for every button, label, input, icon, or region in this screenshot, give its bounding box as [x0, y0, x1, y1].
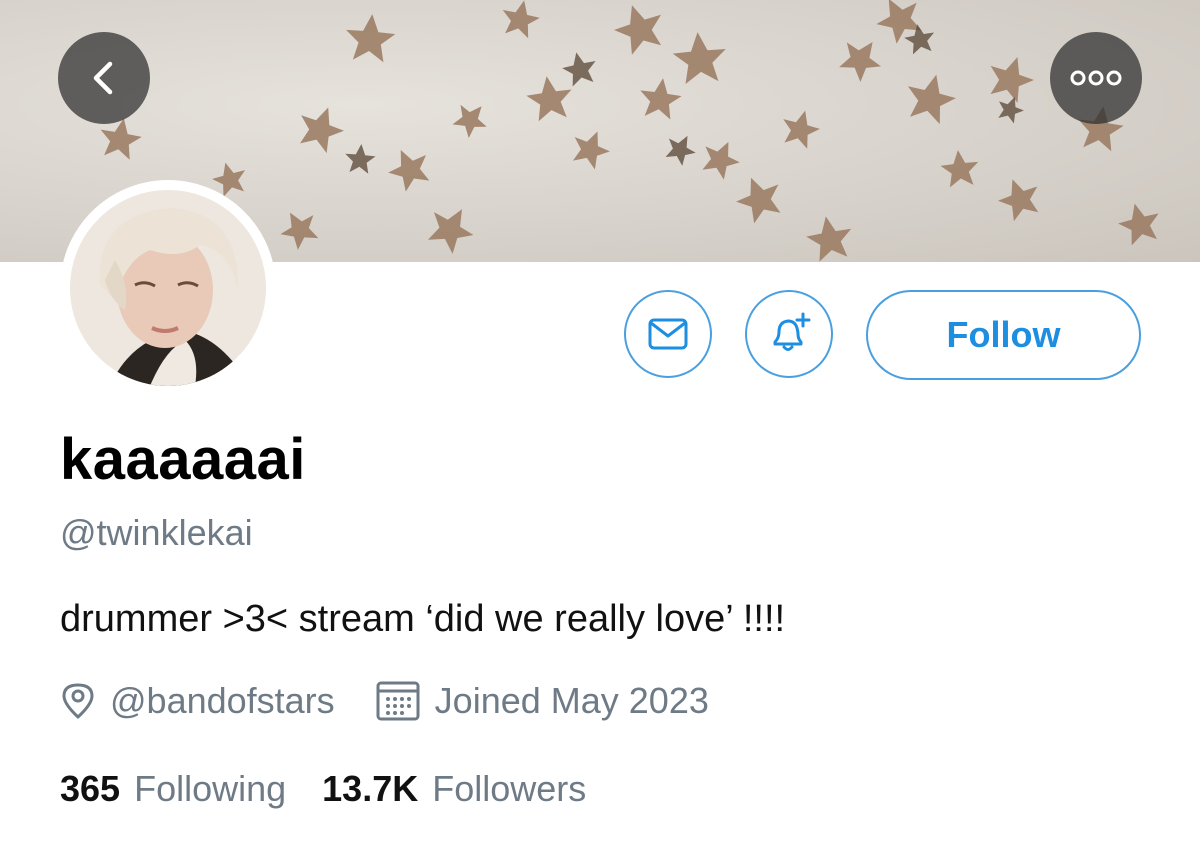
location-pin-icon	[60, 682, 96, 720]
following-count: 365	[60, 768, 121, 809]
followers-link[interactable]: 13.7K Followers	[322, 768, 586, 810]
back-button[interactable]	[58, 32, 150, 124]
more-options-button[interactable]	[1050, 32, 1142, 124]
user-handle: @twinklekai	[60, 512, 253, 553]
calendar-icon	[375, 680, 421, 722]
following-link[interactable]: 365 Following	[60, 768, 286, 810]
follow-button[interactable]: Follow	[866, 290, 1141, 380]
chevron-left-icon	[93, 61, 113, 95]
follow-stats: 365 Following 13.7K Followers	[60, 768, 586, 810]
message-button[interactable]	[624, 290, 712, 378]
avatar-image	[70, 190, 266, 386]
profile-avatar[interactable]	[60, 180, 276, 396]
envelope-icon	[648, 318, 688, 350]
profile-meta: @bandofstars Joined May 2023	[60, 680, 709, 722]
location-link[interactable]: @bandofstars	[110, 680, 335, 722]
followers-label: Followers	[432, 768, 587, 809]
profile-bio: drummer >3< stream ‘did we really love’ …	[60, 598, 786, 640]
display-name: kaaaaaai	[60, 427, 306, 492]
notifications-button[interactable]	[745, 290, 833, 378]
joined-date: Joined May 2023	[434, 680, 709, 721]
bell-plus-icon	[773, 312, 811, 351]
following-label: Following	[134, 768, 287, 809]
more-dots-icon	[1070, 70, 1122, 86]
followers-count: 13.7K	[322, 768, 419, 809]
